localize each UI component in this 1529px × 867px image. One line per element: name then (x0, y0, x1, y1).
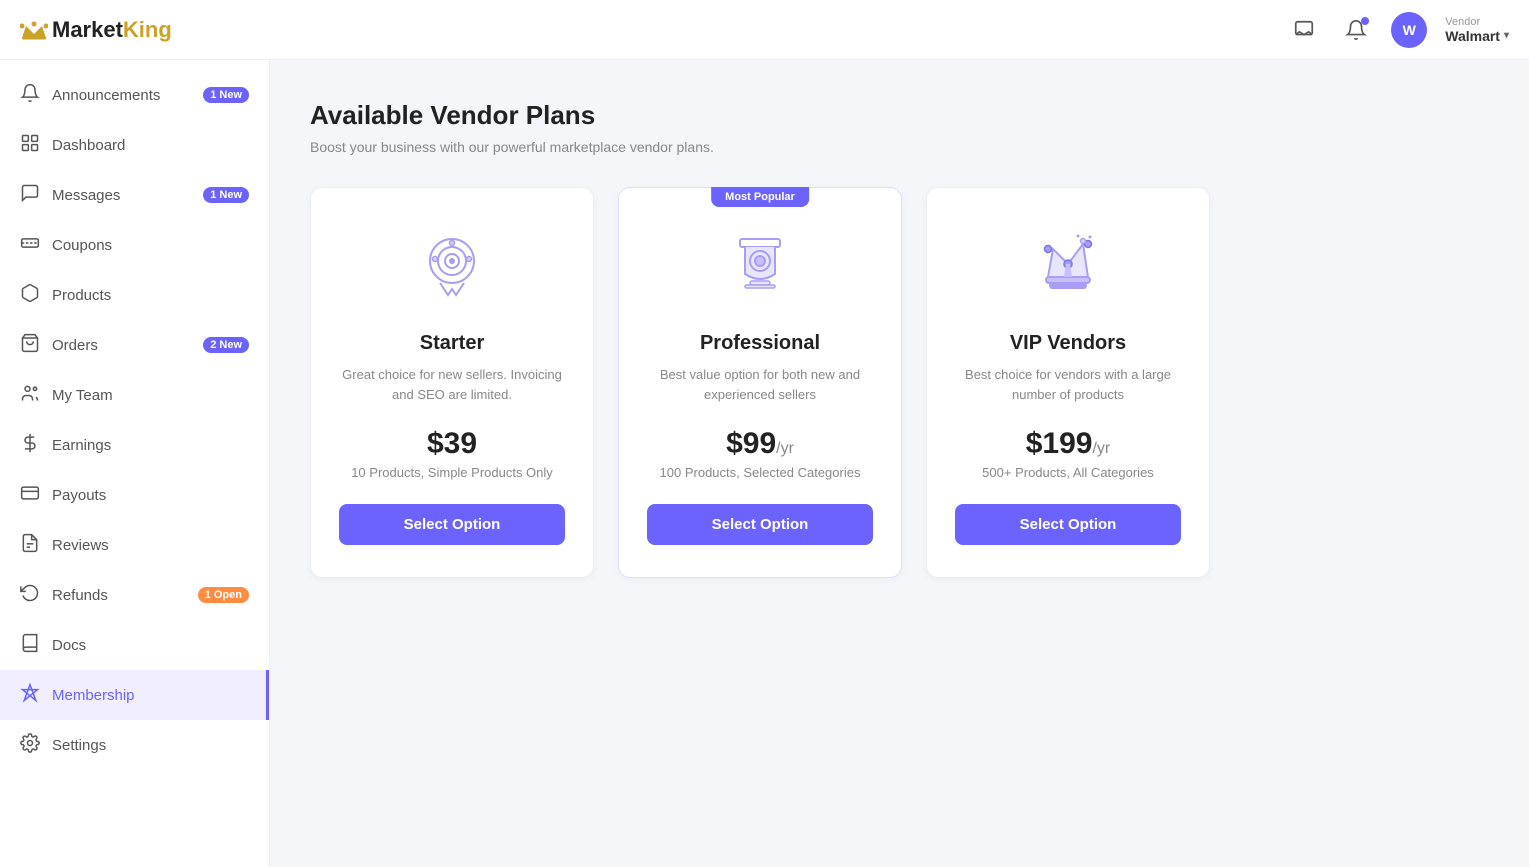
message-icon (20, 183, 40, 207)
select-btn-vip[interactable]: Select Option (955, 504, 1181, 545)
plan-products-professional: 100 Products, Selected Categories (660, 465, 861, 480)
membership-icon (20, 683, 40, 707)
plan-name-professional: Professional (700, 332, 820, 355)
header: MarketKing W Vendor Walmart ▾ (0, 0, 1529, 60)
header-actions: W Vendor Walmart ▾ (1287, 12, 1509, 48)
sidebar-label-reviews: Reviews (52, 537, 109, 554)
sidebar-label-payouts: Payouts (52, 487, 106, 504)
sidebar-item-refunds[interactable]: Refunds 1 Open (0, 570, 269, 620)
plan-card-starter: Starter Great choice for new sellers. Inv… (310, 187, 594, 578)
sidebar-label-membership: Membership (52, 687, 135, 704)
orders-icon (20, 333, 40, 357)
plan-card-professional: Most Popular Professional Best value opti… (618, 187, 902, 578)
sidebar-label-earnings: Earnings (52, 437, 111, 454)
plan-products-starter: 10 Products, Simple Products Only (351, 465, 553, 480)
sidebar-item-dashboard[interactable]: Dashboard (0, 120, 269, 170)
sidebar-label-announcements: Announcements (52, 87, 160, 104)
team-icon (20, 383, 40, 407)
sidebar-item-docs[interactable]: Docs (0, 620, 269, 670)
plan-icon-vip (1023, 224, 1113, 314)
chat-icon-btn[interactable] (1287, 13, 1321, 47)
chevron-down-icon: ▾ (1504, 30, 1509, 41)
user-name-label: Walmart ▾ (1445, 28, 1509, 44)
plan-icon-professional (715, 224, 805, 314)
sidebar-badge-refunds: 1 Open (198, 587, 249, 603)
sidebar-item-my-team[interactable]: My Team (0, 370, 269, 420)
plan-name-vip: VIP Vendors (1010, 332, 1126, 355)
layout: Announcements 1 New Dashboard Messages 1 New… (0, 60, 1529, 867)
notification-dot (1361, 17, 1369, 25)
coupon-icon (20, 233, 40, 257)
plans-grid: Starter Great choice for new sellers. Inv… (310, 187, 1210, 578)
sidebar-item-earnings[interactable]: Earnings (0, 420, 269, 470)
chat-icon (1293, 19, 1315, 41)
sidebar-item-coupons[interactable]: Coupons (0, 220, 269, 270)
sidebar-item-membership[interactable]: Membership (0, 670, 269, 720)
main-content: Available Vendor Plans Boost your busine… (270, 60, 1529, 867)
plan-icon-starter (407, 224, 497, 314)
payouts-icon (20, 483, 40, 507)
plan-name-starter: Starter (420, 332, 484, 355)
docs-icon (20, 633, 40, 657)
refunds-icon (20, 583, 40, 607)
page-title: Available Vendor Plans (310, 100, 1489, 131)
products-icon (20, 283, 40, 307)
sidebar-badge-messages: 1 New (203, 187, 249, 203)
sidebar-badge-orders: 2 New (203, 337, 249, 353)
page-subtitle: Boost your business with our powerful ma… (310, 139, 1489, 155)
crown-icon (20, 20, 48, 40)
plan-price-starter: $39 (427, 427, 477, 461)
sidebar-label-products: Products (52, 287, 111, 304)
select-btn-professional[interactable]: Select Option (647, 504, 873, 545)
sidebar-label-orders: Orders (52, 337, 98, 354)
bell-icon (20, 83, 40, 107)
earnings-icon (20, 433, 40, 457)
user-role-label: Vendor (1445, 16, 1480, 28)
sidebar-item-announcements[interactable]: Announcements 1 New (0, 70, 269, 120)
plan-products-vip: 500+ Products, All Categories (982, 465, 1154, 480)
plan-desc-vip: Best choice for vendors with a large num… (955, 365, 1181, 407)
plan-desc-starter: Great choice for new sellers. Invoicing … (339, 365, 565, 407)
logo-king-text: King (123, 17, 172, 43)
plan-card-vip: VIP Vendors Best choice for vendors with … (926, 187, 1210, 578)
most-popular-badge: Most Popular (711, 187, 809, 207)
logo[interactable]: MarketKing (20, 17, 172, 43)
avatar: W (1391, 12, 1427, 48)
logo-market-text: Market (52, 17, 123, 43)
dashboard-icon (20, 133, 40, 157)
settings-icon (20, 733, 40, 757)
sidebar-item-reviews[interactable]: Reviews (0, 520, 269, 570)
plan-desc-professional: Best value option for both new and exper… (647, 365, 873, 407)
notification-icon-btn[interactable] (1339, 13, 1373, 47)
sidebar-item-products[interactable]: Products (0, 270, 269, 320)
sidebar-item-payouts[interactable]: Payouts (0, 470, 269, 520)
sidebar-badge-announcements: 1 New (203, 87, 249, 103)
reviews-icon (20, 533, 40, 557)
sidebar-label-settings: Settings (52, 737, 106, 754)
plan-price-vip: $199/yr (1026, 427, 1111, 461)
plan-price-professional: $99/yr (726, 427, 794, 461)
sidebar: Announcements 1 New Dashboard Messages 1 New… (0, 60, 270, 867)
sidebar-label-my-team: My Team (52, 387, 113, 404)
sidebar-label-refunds: Refunds (52, 587, 108, 604)
sidebar-label-dashboard: Dashboard (52, 137, 125, 154)
sidebar-label-docs: Docs (52, 637, 86, 654)
sidebar-label-messages: Messages (52, 187, 120, 204)
user-info: Vendor Walmart ▾ (1445, 16, 1509, 44)
select-btn-starter[interactable]: Select Option (339, 504, 565, 545)
sidebar-item-orders[interactable]: Orders 2 New (0, 320, 269, 370)
sidebar-label-coupons: Coupons (52, 237, 112, 254)
sidebar-item-messages[interactable]: Messages 1 New (0, 170, 269, 220)
sidebar-item-settings[interactable]: Settings (0, 720, 269, 770)
